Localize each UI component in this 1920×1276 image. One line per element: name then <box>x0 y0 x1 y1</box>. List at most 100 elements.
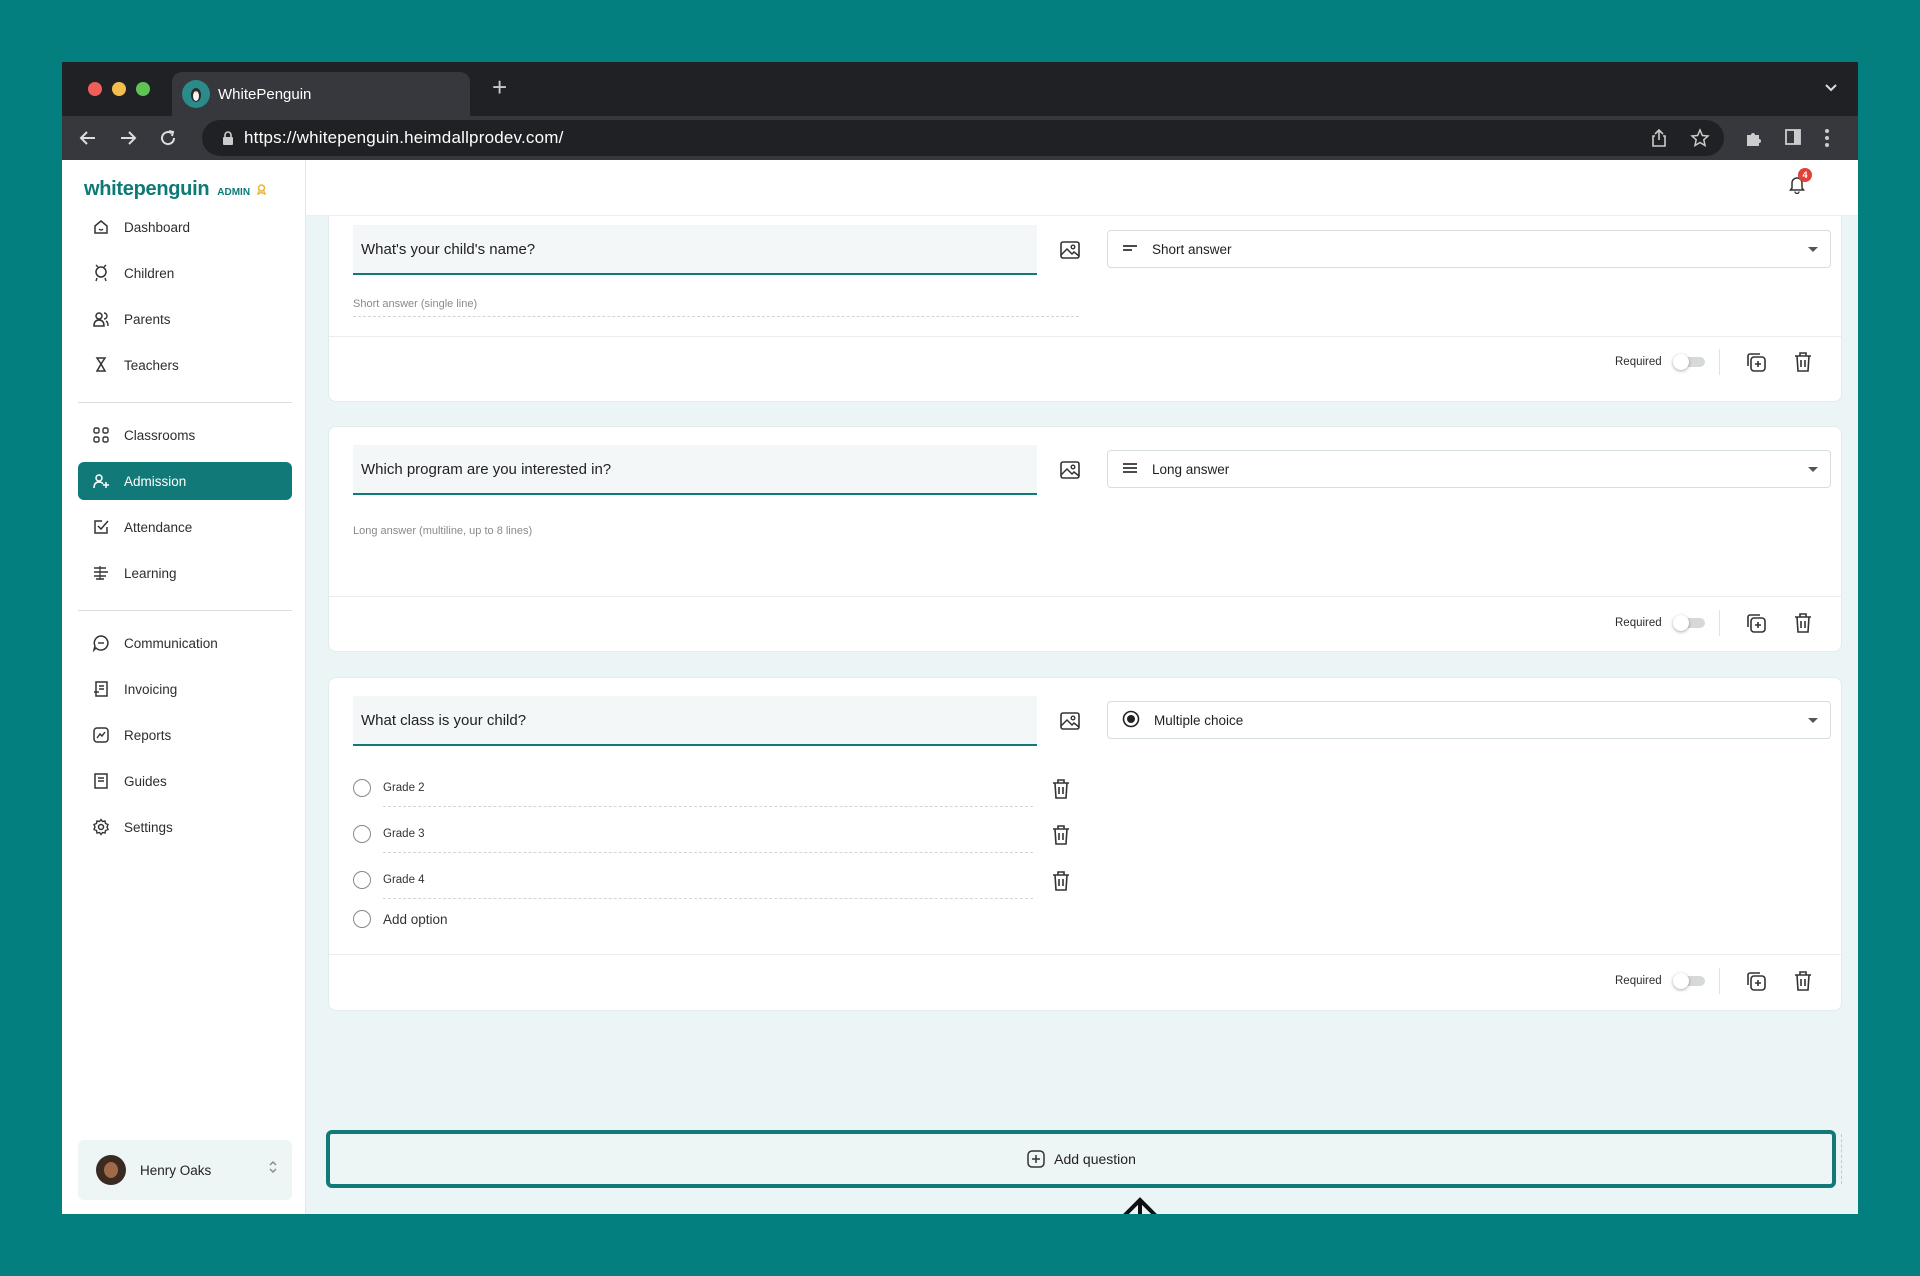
notification-bell-icon[interactable]: 4 <box>1788 168 1812 199</box>
grid-icon <box>93 427 109 443</box>
sidebar-item-communication[interactable]: Communication <box>78 624 292 662</box>
sidebar-item-dashboard[interactable]: Dashboard <box>78 208 292 246</box>
book-icon <box>94 773 108 789</box>
question-title-input[interactable]: What class is your child? <box>353 696 1037 746</box>
action-divider <box>1719 610 1720 636</box>
user-menu[interactable]: Henry Oaks <box>78 1140 292 1200</box>
caret-down-icon <box>1808 718 1818 723</box>
radio-button <box>353 910 371 928</box>
radio-button[interactable] <box>353 779 371 797</box>
trash-icon[interactable] <box>1051 870 1071 897</box>
gear-icon <box>93 818 109 836</box>
option-underline <box>383 852 1033 853</box>
sidebar-divider <box>78 402 292 403</box>
sidebar-item-admission[interactable]: Admission <box>78 462 292 500</box>
sidebar-item-reports[interactable]: Reports <box>78 716 292 754</box>
question-type-select[interactable]: Short answer <box>1107 230 1831 268</box>
duplicate-icon[interactable] <box>1745 612 1767 639</box>
duplicate-icon[interactable] <box>1745 351 1767 378</box>
sidebar-item-settings[interactable]: Settings <box>78 808 292 846</box>
choice-option-label[interactable]: Grade 3 <box>383 828 425 840</box>
trash-icon[interactable] <box>1793 612 1813 639</box>
choice-option[interactable]: Grade 4 <box>353 871 425 889</box>
required-label: Required <box>1615 356 1662 368</box>
invoice-icon <box>94 681 108 697</box>
image-icon[interactable] <box>1059 460 1081 485</box>
extensions-puzzle-icon[interactable] <box>1744 128 1764 153</box>
choice-option-label[interactable]: Grade 2 <box>383 782 425 794</box>
question-type-value: Short answer <box>1152 241 1232 257</box>
question-title-input[interactable]: What's your child's name? <box>353 225 1037 275</box>
answer-hint: Short answer (single line) <box>353 298 478 310</box>
sidebar-item-teachers[interactable]: Teachers <box>78 346 292 384</box>
card-divider <box>329 596 1841 597</box>
sidebar-item-label: Communication <box>124 635 218 651</box>
sidebar-item-label: Classrooms <box>124 427 196 443</box>
browser-tab[interactable]: WhitePenguin <box>172 72 470 116</box>
sidebar-item-attendance[interactable]: Attendance <box>78 508 292 546</box>
option-underline <box>383 806 1033 807</box>
bookmark-star-icon[interactable] <box>1690 128 1710 153</box>
kebab-menu-icon[interactable] <box>1824 128 1830 153</box>
image-icon[interactable] <box>1059 711 1081 736</box>
plus-square-icon <box>1027 1150 1045 1168</box>
reload-icon[interactable] <box>158 128 178 153</box>
sidebar: whitepenguin ADMIN Dashboard Children Pa… <box>62 160 306 1214</box>
required-toggle[interactable] <box>1673 973 1707 989</box>
required-toggle[interactable] <box>1673 615 1707 631</box>
sidebar-item-label: Teachers <box>124 357 179 373</box>
duplicate-icon[interactable] <box>1745 970 1767 997</box>
sidebar-divider <box>78 610 292 611</box>
image-icon[interactable] <box>1059 240 1081 265</box>
option-underline <box>383 898 1033 899</box>
add-question-button[interactable]: Add question <box>326 1130 1836 1188</box>
question-title-input[interactable]: Which program are you interested in? <box>353 445 1037 495</box>
child-icon <box>95 264 107 282</box>
question-card: What class is your child? Multiple choic… <box>328 677 1842 1011</box>
choice-option-label[interactable]: Grade 4 <box>383 874 425 886</box>
add-option-label[interactable]: Add option <box>383 912 448 927</box>
trash-icon[interactable] <box>1793 970 1813 997</box>
minimize-window-button[interactable] <box>112 82 126 96</box>
trash-icon[interactable] <box>1793 351 1813 378</box>
choice-option[interactable]: Grade 3 <box>353 825 425 843</box>
sidebar-item-learning[interactable]: Learning <box>78 554 292 592</box>
home-icon <box>94 220 108 234</box>
choice-option[interactable]: Grade 2 <box>353 779 425 797</box>
answer-placeholder-line <box>353 316 1079 317</box>
address-bar[interactable]: https://whitepenguin.heimdallprodev.com/ <box>202 120 1724 156</box>
radio-button[interactable] <box>353 825 371 843</box>
side-panel-icon[interactable] <box>1784 128 1802 151</box>
required-toggle[interactable] <box>1673 354 1707 370</box>
sidebar-item-label: Dashboard <box>124 219 191 235</box>
chevron-down-icon[interactable] <box>1824 80 1838 99</box>
trash-icon[interactable] <box>1051 778 1071 805</box>
sidebar-item-label: Admission <box>124 473 187 489</box>
top-bar: 4 <box>306 160 1858 216</box>
sidebar-item-label: Reports <box>124 727 172 743</box>
close-window-button[interactable] <box>88 82 102 96</box>
drop-zone-edge <box>1836 1134 1842 1184</box>
avatar <box>96 1155 126 1185</box>
up-arrow-icon <box>1118 1196 1162 1214</box>
maximize-window-button[interactable] <box>136 82 150 96</box>
sidebar-item-invoicing[interactable]: Invoicing <box>78 670 292 708</box>
question-type-select[interactable]: Long answer <box>1107 450 1831 488</box>
question-type-select[interactable]: Multiple choice <box>1107 701 1831 739</box>
forward-arrow-icon[interactable] <box>118 128 138 153</box>
card-divider <box>329 336 1841 337</box>
notification-count-badge: 4 <box>1798 168 1812 182</box>
browser-window: WhitePenguin + https://whitepenguin.heim… <box>62 62 1858 1214</box>
sidebar-item-classrooms[interactable]: Classrooms <box>78 416 292 454</box>
sidebar-item-children[interactable]: Children <box>78 254 292 292</box>
radio-button[interactable] <box>353 871 371 889</box>
trash-icon[interactable] <box>1051 824 1071 851</box>
new-tab-button[interactable]: + <box>492 74 507 100</box>
sidebar-item-label: Settings <box>124 819 173 835</box>
sidebar-item-guides[interactable]: Guides <box>78 762 292 800</box>
back-arrow-icon[interactable] <box>78 128 98 153</box>
sidebar-item-parents[interactable]: Parents <box>78 300 292 338</box>
add-option[interactable]: Add option <box>353 910 448 928</box>
share-icon[interactable] <box>1650 128 1668 153</box>
app-logo[interactable]: whitepenguin ADMIN <box>84 178 267 201</box>
